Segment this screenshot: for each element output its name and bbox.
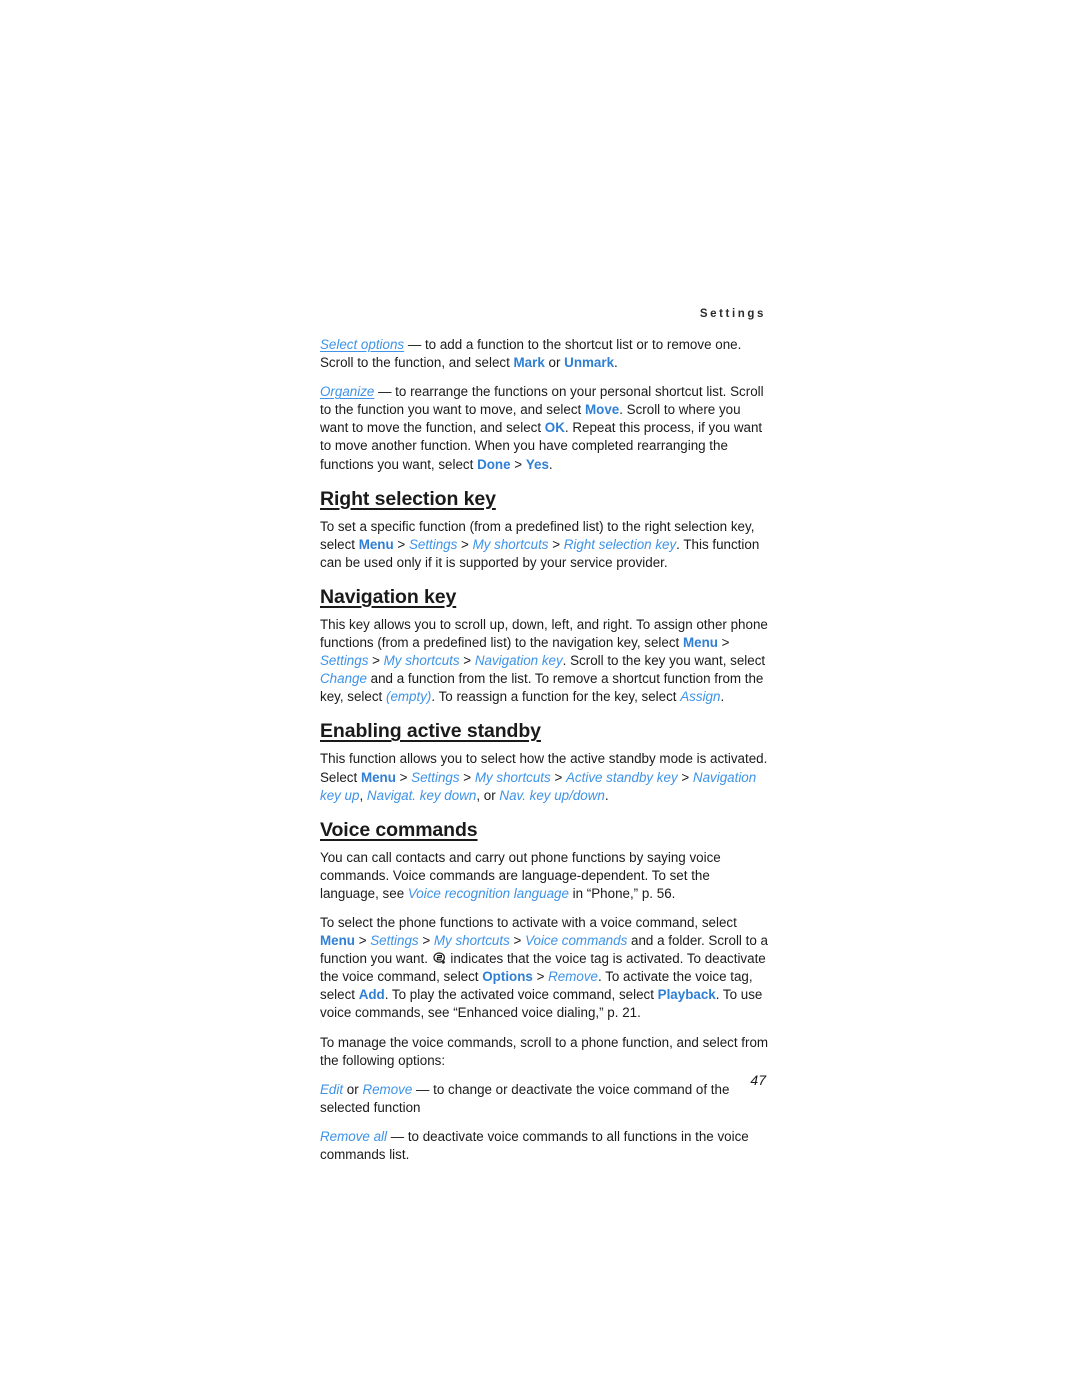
- page-number: 47: [750, 1072, 766, 1088]
- link-settings: Settings: [408, 536, 458, 552]
- link-assign: Assign: [680, 689, 721, 705]
- heading-right-selection-key: Right selection key: [320, 488, 769, 511]
- page-content: Select options — to add a function to th…: [320, 336, 769, 1164]
- link-navigat-key-down: Navigat. key down: [366, 787, 477, 803]
- link-voice-commands: Voice commands: [525, 933, 628, 949]
- text: .: [604, 787, 609, 803]
- text: , or: [476, 787, 500, 803]
- text: .: [720, 689, 725, 705]
- link-empty: (empty): [386, 689, 432, 705]
- separator: >: [395, 769, 412, 785]
- link-my-shortcuts: My shortcuts: [472, 536, 549, 552]
- link-settings: Settings: [370, 933, 419, 949]
- link-unmark: Unmark: [564, 355, 615, 371]
- link-menu: Menu: [358, 536, 394, 552]
- link-my-shortcuts: My shortcuts: [474, 769, 551, 785]
- link-my-shortcuts: My shortcuts: [433, 933, 510, 949]
- paragraph-manage-voice-commands: To manage the voice commands, scroll to …: [320, 1034, 769, 1070]
- text: . Scroll to the key you want, select: [562, 653, 766, 669]
- heading-text: Right selection key: [320, 487, 496, 510]
- term-select-options: Select options: [320, 337, 405, 352]
- separator: >: [717, 635, 730, 651]
- paragraph-voice-intro: You can call contacts and carry out phon…: [320, 849, 769, 903]
- link-options: Options: [482, 969, 533, 985]
- separator: >: [548, 536, 564, 552]
- paragraph-navigation-key: This key allows you to scroll up, down, …: [320, 616, 769, 706]
- voice-tag-icon: [433, 951, 446, 965]
- link-move: Move: [585, 402, 620, 418]
- link-playback: Playback: [657, 987, 716, 1003]
- paragraph-select-options: Select options — to add a function to th…: [320, 336, 769, 372]
- link-done: Done: [477, 456, 511, 472]
- link-navigation-key: Navigation key: [474, 653, 563, 669]
- separator: >: [457, 536, 473, 552]
- manual-page: Settings Select options — to add a funct…: [0, 0, 1080, 1397]
- term-organize: Organize: [320, 384, 375, 400]
- link-menu: Menu: [320, 933, 355, 949]
- link-remove: Remove: [548, 969, 598, 985]
- link-ok: OK: [544, 420, 565, 436]
- separator: >: [418, 933, 434, 949]
- heading-text: Voice commands: [320, 818, 478, 841]
- heading-enabling-active-standby: Enabling active standby: [320, 720, 769, 743]
- paragraph-organize: Organize — to rearrange the functions on…: [320, 383, 769, 473]
- link-add: Add: [358, 987, 385, 1003]
- link-change: Change: [320, 671, 367, 687]
- text: .: [548, 456, 553, 472]
- text: To manage the voice commands, scroll to …: [320, 1034, 769, 1068]
- paragraph-voice-select: To select the phone functions to activat…: [320, 914, 769, 1023]
- link-menu: Menu: [360, 769, 396, 785]
- separator: >: [510, 456, 526, 472]
- separator: >: [354, 933, 371, 949]
- text: .: [614, 355, 618, 371]
- link-mark: Mark: [513, 355, 545, 371]
- heading-text: Enabling active standby: [320, 720, 541, 743]
- separator: >: [509, 933, 526, 949]
- term-remove-all: Remove all: [320, 1128, 387, 1144]
- separator: >: [532, 969, 549, 985]
- separator: >: [368, 653, 384, 669]
- text: or: [544, 355, 565, 371]
- separator: >: [393, 536, 409, 552]
- text: To select the phone functions to activat…: [320, 914, 737, 930]
- link-nav-key-up-down: Nav. key up/down: [499, 787, 605, 803]
- link-active-standby-key: Active standby key: [566, 769, 678, 785]
- heading-text: Navigation key: [320, 585, 457, 608]
- separator: >: [550, 769, 566, 785]
- link-settings: Settings: [320, 653, 369, 669]
- text: in “Phone,” p. 56.: [568, 885, 676, 901]
- separator: >: [459, 653, 475, 669]
- heading-navigation-key: Navigation key: [320, 586, 769, 609]
- link-menu: Menu: [682, 635, 718, 651]
- paragraph-enabling-active-standby: This function allows you to select how t…: [320, 750, 769, 804]
- heading-voice-commands: Voice commands: [320, 819, 769, 842]
- running-header: Settings: [699, 308, 766, 320]
- text: . To play the activated voice command, s…: [384, 987, 658, 1003]
- paragraph-remove-all: Remove all — to deactivate voice command…: [320, 1128, 769, 1164]
- link-voice-recognition-language: Voice recognition language: [407, 885, 569, 901]
- link-my-shortcuts: My shortcuts: [383, 653, 460, 669]
- separator: >: [677, 769, 693, 785]
- link-settings: Settings: [411, 769, 460, 785]
- separator: >: [459, 769, 475, 785]
- text: ,: [359, 787, 367, 803]
- link-right-selection-key: Right selection key: [563, 536, 677, 552]
- link-yes: Yes: [525, 456, 549, 472]
- paragraph-right-selection-key: To set a specific function (from a prede…: [320, 518, 769, 572]
- text: . To reassign a function for the key, se…: [431, 689, 681, 705]
